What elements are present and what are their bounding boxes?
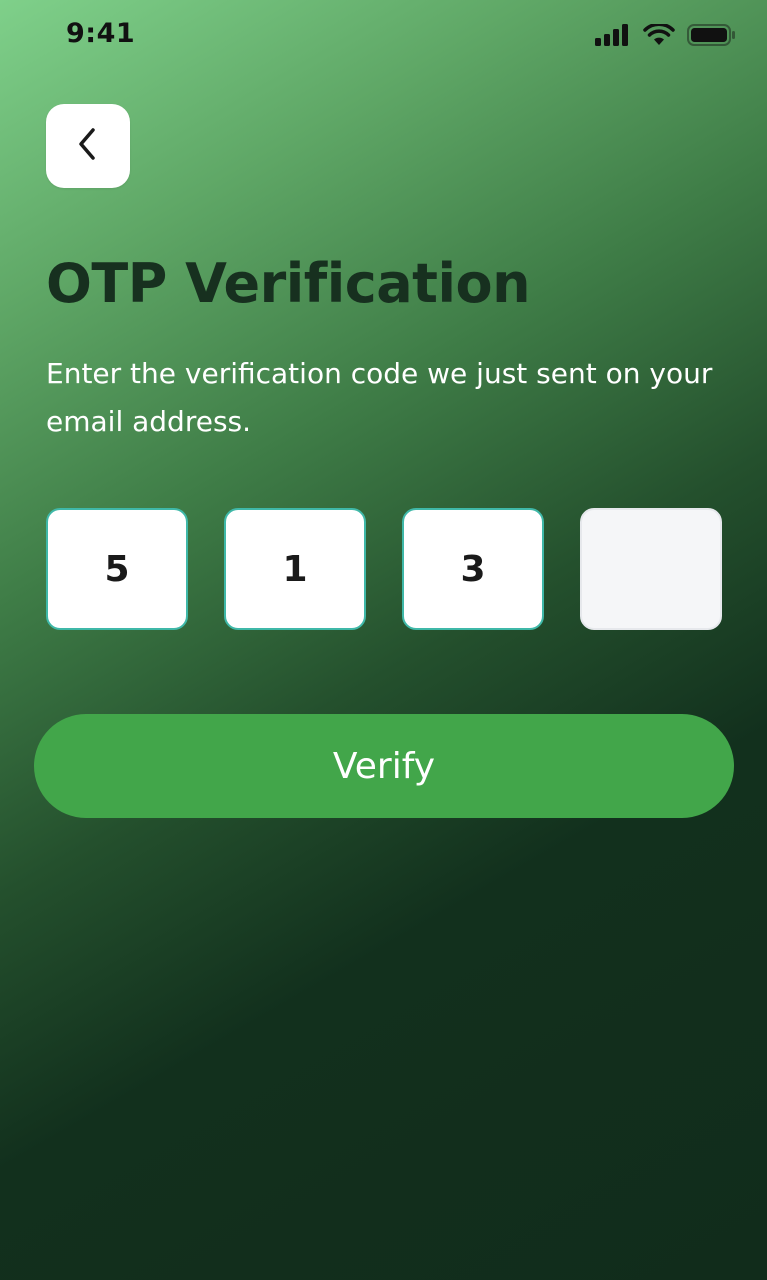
- status-bar: 9:41: [0, 0, 767, 70]
- otp-digit-3[interactable]: 3: [402, 508, 544, 630]
- chevron-left-icon: [75, 127, 101, 165]
- page-title: OTP Verification: [46, 252, 531, 315]
- wifi-icon: [643, 24, 675, 46]
- signal-icon: [595, 24, 631, 46]
- battery-icon: [687, 24, 737, 46]
- verify-button[interactable]: Verify: [34, 714, 734, 818]
- otp-input-group: 5 1 3: [46, 508, 722, 630]
- otp-digit-1[interactable]: 5: [46, 508, 188, 630]
- page-subtitle: Enter the verification code we just sent…: [46, 357, 713, 438]
- otp-digit-4[interactable]: [580, 508, 722, 630]
- back-button[interactable]: [46, 104, 130, 188]
- status-icons: [595, 24, 737, 46]
- otp-digit-2[interactable]: 1: [224, 508, 366, 630]
- status-time: 9:41: [66, 18, 136, 49]
- otp-verification-screen: 9:41 OTP Verification Enter the verifica…: [0, 0, 767, 1280]
